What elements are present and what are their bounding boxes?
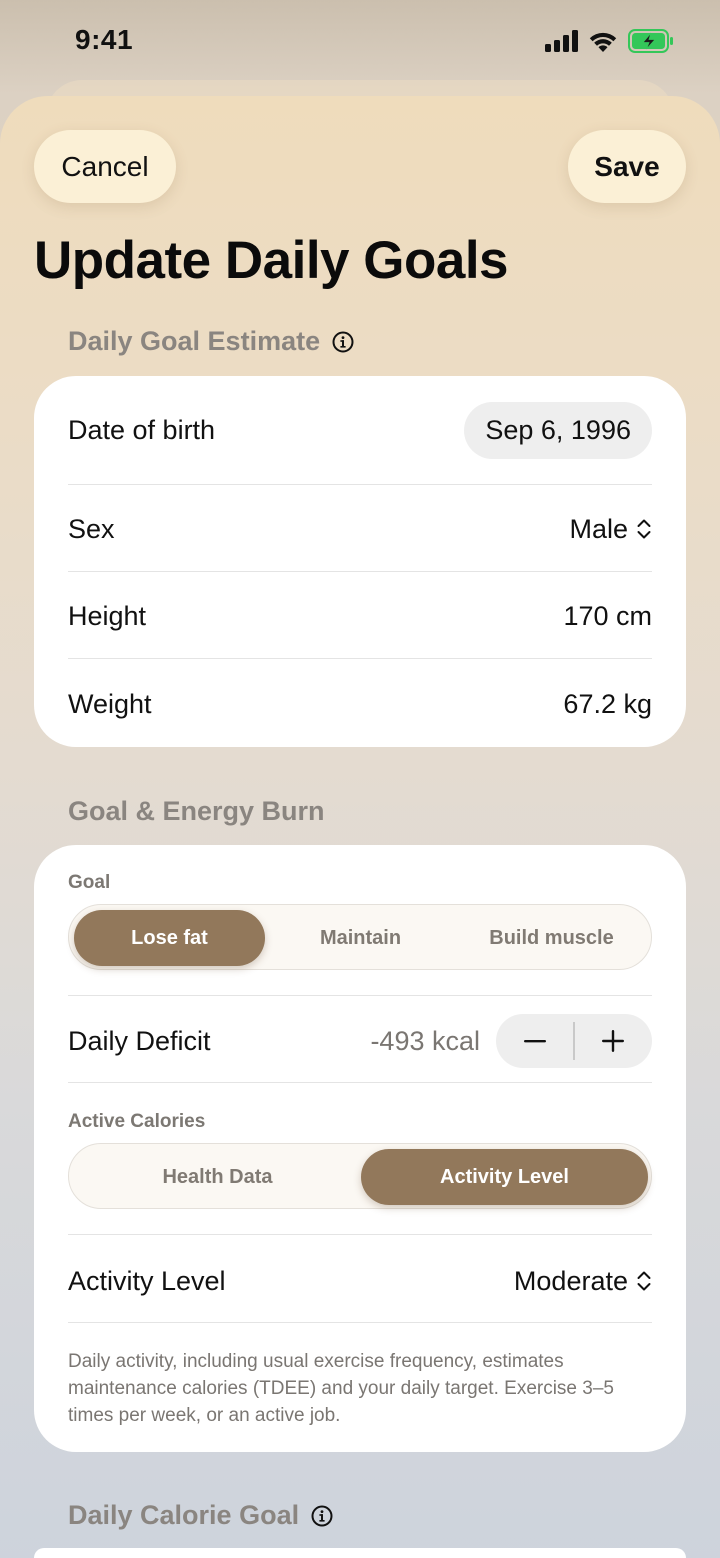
section-header-label: Daily Calorie Goal [68,1500,300,1530]
wifi-icon [589,32,617,52]
divider [68,1082,652,1083]
goal-option-build-muscle[interactable]: Build muscle [456,910,647,966]
cancel-button[interactable]: Cancel [34,130,176,203]
status-bar: 9:41 [0,0,720,80]
calorie-card [34,1548,686,1558]
info-icon[interactable] [332,331,354,353]
sex-label: Sex [68,513,115,544]
plus-icon [602,1030,624,1052]
estimate-card: Date of birth Sep 6, 1996 Sex Male Heigh… [34,376,686,747]
status-icons [545,28,674,54]
battery-charging-icon [628,29,673,53]
stepper-separator [573,1022,575,1060]
divider [68,484,652,485]
sex-value: Male [569,513,628,544]
minus-icon [524,1040,546,1043]
height-value: 170 cm [563,600,652,631]
activity-level-selector[interactable]: Moderate [514,1266,652,1297]
height-row[interactable]: Height 170 cm [68,591,652,641]
deficit-stepper [496,1014,652,1068]
daily-deficit-row: Daily Deficit -493 kcal [68,1014,652,1068]
energy-card: Goal Lose fat Maintain Build muscle Dail… [34,845,686,1452]
status-time: 9:41 [75,24,134,55]
dob-label: Date of birth [68,415,216,445]
activity-level-value: Moderate [513,1265,628,1296]
chevron-up-down-icon [637,1271,651,1291]
signal-icon [545,30,578,52]
active-option-activity-level[interactable]: Activity Level [361,1149,648,1205]
info-icon[interactable] [311,1505,333,1527]
section-header-label: Daily Goal Estimate [68,326,321,356]
weight-value: 67.2 kg [563,688,652,719]
decrement-button[interactable] [496,1014,574,1068]
increment-button[interactable] [574,1014,652,1068]
sex-row[interactable]: Sex Male [68,504,652,554]
goal-label: Goal [68,872,111,893]
dob-row[interactable]: Date of birth Sep 6, 1996 [68,402,652,459]
page-title: Update Daily Goals [34,231,509,290]
divider [68,995,652,996]
weight-row[interactable]: Weight 67.2 kg [68,679,652,729]
height-label: Height [68,600,147,631]
deficit-label: Daily Deficit [68,1025,211,1056]
weight-label: Weight [68,688,152,719]
activity-level-label: Activity Level [68,1265,226,1296]
active-calories-segmented-control: Health Data Activity Level [68,1143,652,1209]
dob-value-pill[interactable]: Sep 6, 1996 [464,402,652,459]
divider [68,1234,652,1235]
goal-segmented-control: Lose fat Maintain Build muscle [68,904,652,970]
goal-option-lose-fat[interactable]: Lose fat [74,910,265,966]
chevron-up-down-icon [637,519,651,539]
deficit-value: -493 kcal [370,1025,480,1056]
save-button[interactable]: Save [568,130,686,203]
active-calories-label: Active Calories [68,1111,206,1132]
activity-description: Daily activity, including usual exercise… [68,1351,614,1426]
section-header-label: Goal & Energy Burn [68,796,325,826]
section-header-energy: Goal & Energy Burn [68,796,325,827]
sex-selector[interactable]: Male [569,514,652,545]
divider [68,1322,652,1323]
divider [68,571,652,572]
goal-option-maintain[interactable]: Maintain [265,910,456,966]
deficit-controls: -493 kcal [370,1014,652,1068]
divider [68,658,652,659]
activity-level-row[interactable]: Activity Level Moderate [68,1256,652,1306]
section-header-estimate: Daily Goal Estimate [68,326,354,357]
section-header-calorie: Daily Calorie Goal [68,1500,333,1531]
active-option-health-data[interactable]: Health Data [74,1149,361,1205]
